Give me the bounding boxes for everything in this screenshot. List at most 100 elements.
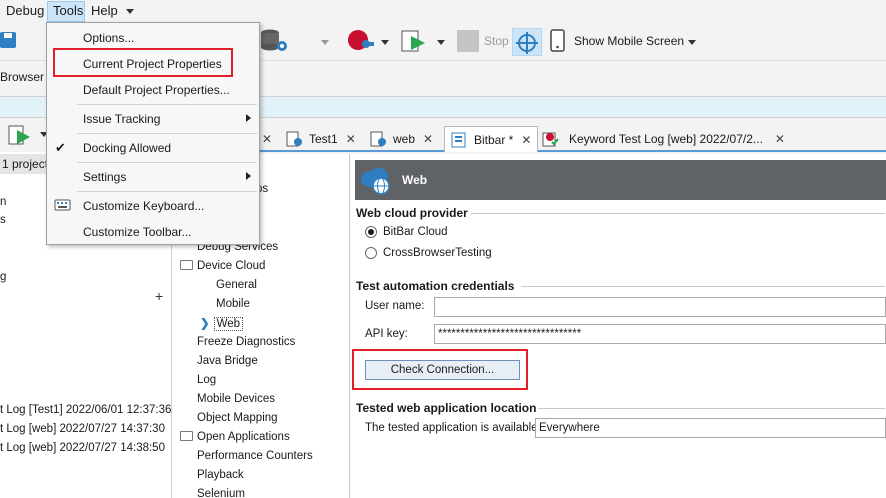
menu-item-options[interactable]: Options... [47,26,259,50]
tab-label: Keyword Test Log [web] 2022/07/2... [569,132,763,146]
close-icon[interactable]: ✕ [423,132,433,146]
script-icon [370,131,386,147]
chevron-down-icon[interactable] [126,9,134,14]
tree-item[interactable]: Log [197,374,216,386]
submenu-arrow-icon [246,172,251,180]
close-icon[interactable]: ✕ [262,132,272,146]
menu-separator [77,191,257,192]
chevron-down-icon[interactable] [688,40,696,45]
tab-close-first[interactable]: ✕ [262,126,272,152]
menu-item-customize-toolbar[interactable]: Customize Toolbar... [47,220,259,244]
tree-item-label: Device Cloud [197,260,266,272]
menu-item-customize-keyboard[interactable]: Customize Keyboard... [47,194,259,218]
chevron-down-icon[interactable] [437,40,445,45]
tab-label: Bitbar * [474,132,514,147]
location-select[interactable]: Everywhere [535,418,886,438]
menu-item-docking-allowed[interactable]: ✔ Docking Allowed [47,136,259,160]
apikey-label: API key: [365,328,408,340]
close-icon[interactable]: ✕ [346,132,356,146]
bitbar-label: BitBar Cloud [383,226,448,238]
apikey-field[interactable]: ******************************** [434,324,886,344]
tree-item-label: Web [213,317,244,331]
expand-icon[interactable]: + [155,288,163,304]
location-label: The tested application is available: [365,422,541,434]
run-icon[interactable] [8,124,38,148]
close-icon[interactable]: ✕ [521,133,531,147]
crossbrowsertesting-radio[interactable] [365,247,377,259]
show-mobile-screen-button[interactable]: Show Mobile Screen [574,34,684,48]
menu-item-issue-tracking[interactable]: Issue Tracking [47,107,259,131]
tab-bitbar[interactable]: Bitbar * ✕ [444,126,539,152]
chevron-down-icon[interactable] [321,40,329,45]
properties-panel: Web Web cloud provider BitBar Cloud Cros… [351,154,886,498]
tree-item[interactable]: Mobile Devices [197,393,275,405]
spy-icon[interactable] [512,28,542,56]
stop-button[interactable]: Stop [484,34,509,48]
database-gear-icon[interactable] [260,28,290,54]
editor-tab-strip: ✕ Test1 ✕ web ✕ Bitbar * ✕ Keyword Test … [172,124,886,152]
tree-item-web[interactable]: ❯ Web [200,316,244,331]
checkmark-icon: ✔ [55,140,66,155]
page-title: Web [402,173,428,187]
username-field[interactable] [434,297,886,317]
menu-item-label: Issue Tracking [83,112,161,126]
close-icon[interactable]: ✕ [775,132,785,146]
menu-bar: Debug Tools Help [0,0,886,22]
divider [471,213,885,214]
tree-item[interactable]: Selenium [197,488,245,498]
list-item[interactable]: n [0,196,6,208]
log-icon [542,132,559,147]
bitbar-radio[interactable] [365,226,377,238]
tree-item[interactable]: Java Bridge [197,355,258,367]
log-item[interactable]: t Log [web] 2022/07/27 14:37:30 [0,423,165,435]
log-item[interactable]: t Log [Test1] 2022/06/01 12:37:36 [0,404,171,416]
tools-menu: Options... Current Project Properties De… [46,22,260,245]
tab-label: web [393,132,416,146]
submenu-arrow-icon [246,114,251,122]
tree-item-general[interactable]: General [216,279,257,291]
tree-item-label: Open Applications [197,431,290,443]
list-item[interactable]: s [0,214,6,226]
crossbrowsertesting-label: CrossBrowserTesting [383,247,492,259]
chevron-down-icon[interactable] [381,40,389,45]
mobile-icon[interactable] [550,29,566,53]
tree-item[interactable]: Performance Counters [197,450,313,462]
menu-help[interactable]: Help [91,3,118,18]
folder-icon [180,431,193,441]
tab-test1[interactable]: Test1 ✕ [286,126,356,152]
tree-item-mobile[interactable]: Mobile [216,298,250,310]
tree-item-open-applications[interactable]: Open Applications [180,431,290,443]
current-project-properties-highlight [53,48,233,77]
divider [521,286,885,287]
tab-keyword-test-log[interactable]: Keyword Test Log [web] 2022/07/2... ✕ [542,126,785,152]
check-connection-button[interactable]: Check Connection... [365,360,520,380]
menu-separator [77,104,257,105]
tree-item[interactable]: Playback [197,469,244,481]
keyboard-icon [54,199,71,211]
run-icon[interactable] [401,28,429,54]
log-item[interactable]: t Log [web] 2022/07/27 14:38:50 [0,442,165,454]
cloud-provider-title: Web cloud provider [356,206,468,220]
tab-web[interactable]: web ✕ [370,126,433,152]
tree-item[interactable]: Freeze Diagnostics [197,336,295,348]
username-label: User name: [365,300,425,312]
menu-debug[interactable]: Debug [6,3,44,18]
script-icon [286,131,302,147]
menu-item-settings[interactable]: Settings [47,165,259,189]
divider [538,408,885,409]
credentials-title: Test automation credentials [356,279,515,293]
stop-icon[interactable] [457,30,479,52]
menu-item-default-project-properties[interactable]: Default Project Properties... [47,78,259,102]
save-icon[interactable] [0,30,18,50]
properties-header: Web [355,160,886,200]
selected-arrow-icon: ❯ [200,318,210,330]
record-icon[interactable] [346,28,376,54]
tree-item-device-cloud[interactable]: Device Cloud [180,260,265,272]
tree-item[interactable]: Object Mapping [197,412,278,424]
browser-tab[interactable]: Browser [0,70,44,84]
menu-item-label: Settings [83,170,127,184]
list-item[interactable]: g [0,271,6,283]
menu-item-label: Customize Keyboard... [83,199,205,213]
tab-label: Test1 [309,132,338,146]
menu-tools[interactable]: Tools [53,3,83,18]
